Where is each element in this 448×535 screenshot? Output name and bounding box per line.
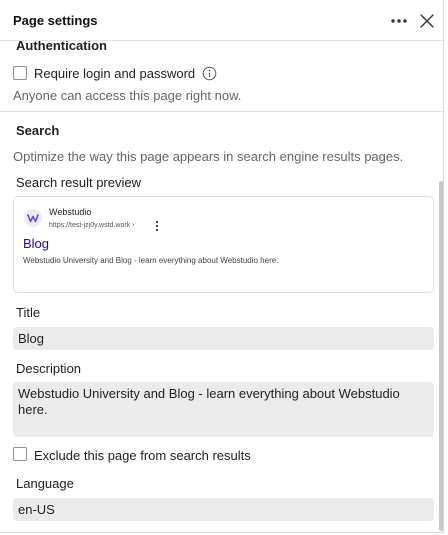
search-heading: Search — [16, 123, 60, 138]
scrollbar-thumb[interactable] — [439, 181, 443, 531]
search-hint: Optimize the way this page appears in se… — [13, 149, 404, 164]
close-icon[interactable] — [418, 12, 436, 30]
title-input[interactable] — [13, 327, 434, 350]
panel-title: Page settings — [13, 13, 98, 28]
ellipsis-icon[interactable] — [389, 13, 409, 29]
preview-site-name: Webstudio — [49, 207, 92, 217]
authentication-hint: Anyone can access this page right now. — [13, 88, 242, 103]
info-icon[interactable] — [202, 66, 217, 81]
preview-title-link[interactable]: Blog — [23, 236, 49, 251]
search-result-preview: Webstudio https://test-jzj0y.wstd.work ›… — [13, 196, 434, 293]
search-preview-label: Search result preview — [16, 175, 141, 190]
exclude-search-checkbox[interactable] — [13, 447, 27, 461]
authentication-heading: Authentication — [16, 41, 107, 53]
title-label: Title — [16, 305, 41, 320]
language-input[interactable] — [13, 498, 434, 521]
description-textarea[interactable]: Webstudio University and Blog - learn ev… — [13, 382, 434, 437]
preview-description: Webstudio University and Blog - learn ev… — [23, 256, 279, 265]
require-login-checkbox[interactable] — [13, 66, 27, 80]
panel-header: Page settings — [0, 0, 443, 41]
language-label: Language — [16, 476, 74, 491]
kebab-menu-icon[interactable] — [154, 220, 160, 232]
preview-url: https://test-jzj0y.wstd.work › — [49, 222, 135, 229]
panel-content: Authentication Require login and passwor… — [0, 41, 443, 533]
description-label: Description — [16, 361, 82, 376]
page-settings-panel: Page settings Authentication Require log… — [0, 0, 444, 533]
webstudio-logo-icon — [24, 209, 42, 227]
require-login-label[interactable]: Require login and password — [34, 66, 195, 81]
section-divider — [0, 111, 443, 112]
exclude-search-label[interactable]: Exclude this page from search results — [34, 448, 251, 463]
